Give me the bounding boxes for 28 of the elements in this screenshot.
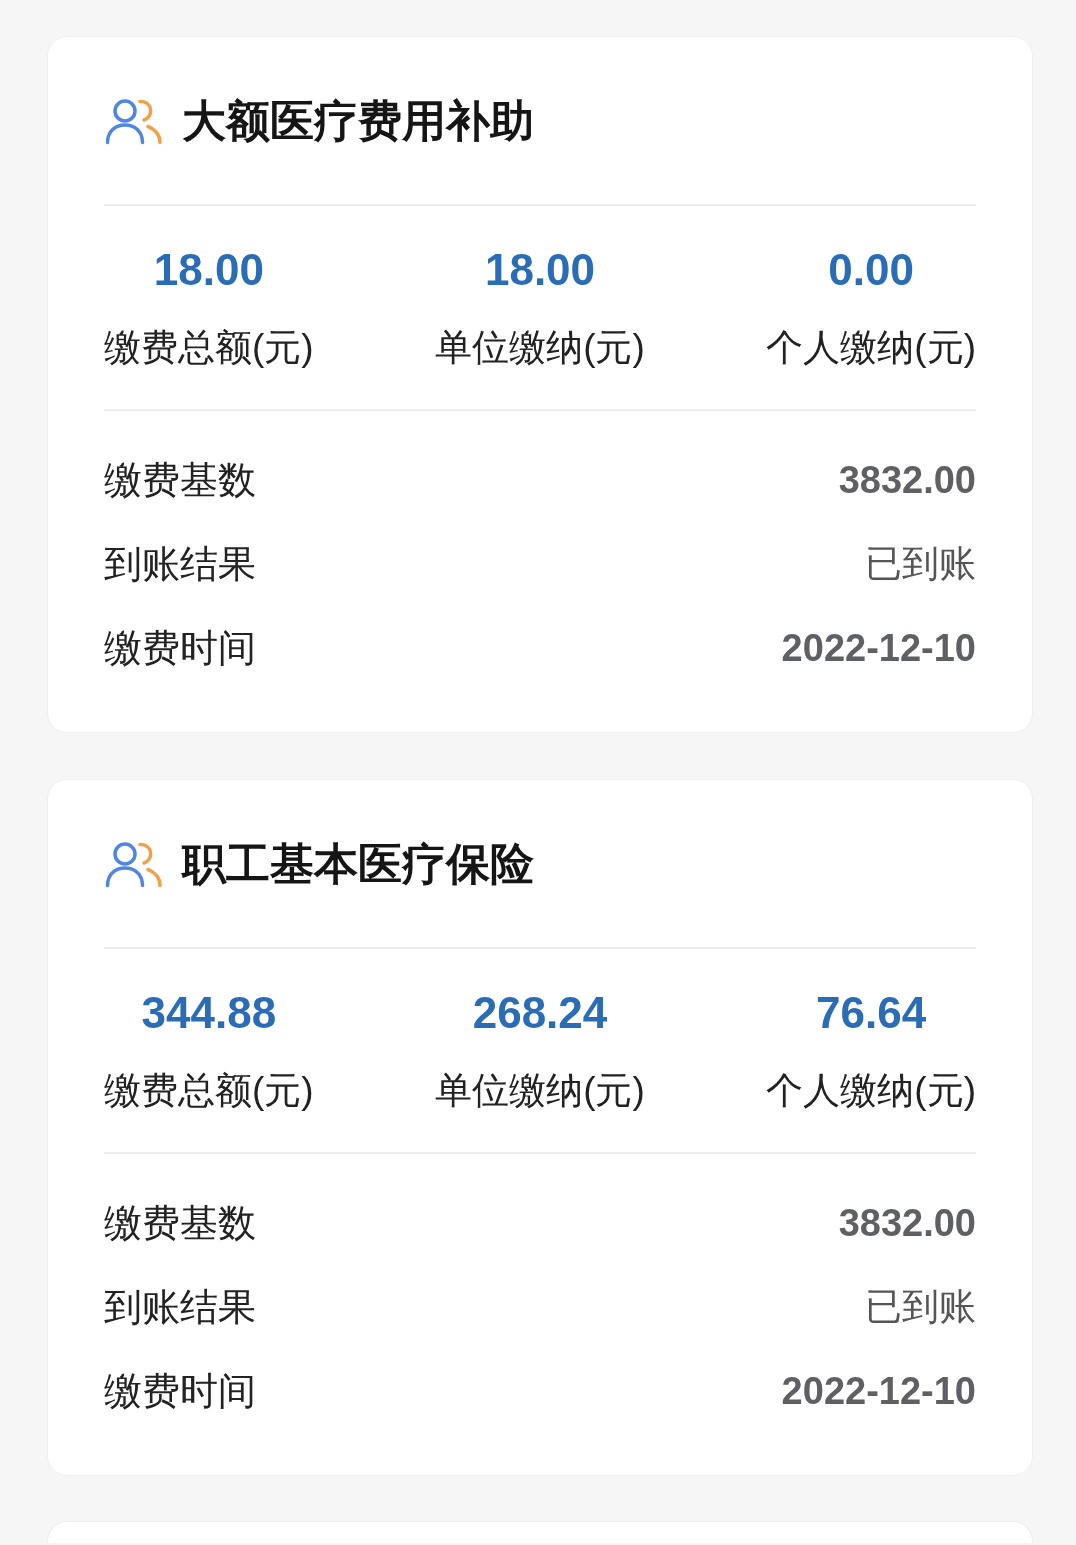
- stat-value: 18.00: [153, 246, 264, 294]
- detail-label: 缴费基数: [104, 457, 256, 503]
- stat-value: 76.64: [816, 989, 927, 1037]
- card-title: 大额医疗费用补助: [182, 98, 534, 143]
- stat-label: 缴费总额(元): [104, 326, 314, 370]
- stat-label: 个人缴纳(元): [766, 1069, 976, 1113]
- detail-value: 2022-12-10: [781, 1368, 976, 1414]
- stat-value: 268.24: [472, 989, 608, 1037]
- stat-label: 缴费总额(元): [104, 1069, 314, 1113]
- detail-value: 3832.00: [838, 457, 976, 503]
- detail-value: 3832.00: [838, 1200, 976, 1246]
- stat-value: 18.00: [484, 246, 596, 294]
- detail-label: 到账结果: [104, 1284, 256, 1330]
- detail-value: 已到账: [865, 1285, 976, 1330]
- card-title: 职工基本医疗保险: [182, 841, 534, 886]
- detail-label: 到账结果: [104, 541, 256, 587]
- detail-label: 缴费时间: [104, 625, 256, 671]
- stat-label: 单位缴纳(元): [435, 326, 645, 370]
- stat-label: 个人缴纳(元): [766, 326, 976, 370]
- people-icon: [104, 96, 164, 145]
- stat-label: 单位缴纳(元): [435, 1069, 645, 1113]
- detail-value: 已到账: [865, 542, 976, 587]
- detail-label: 缴费时间: [104, 1368, 256, 1414]
- people-icon: [104, 839, 164, 888]
- stat-value: 344.88: [141, 989, 277, 1037]
- detail-value: 2022-12-10: [781, 625, 976, 671]
- stat-value: 0.00: [828, 246, 914, 294]
- detail-label: 缴费基数: [104, 1200, 256, 1246]
